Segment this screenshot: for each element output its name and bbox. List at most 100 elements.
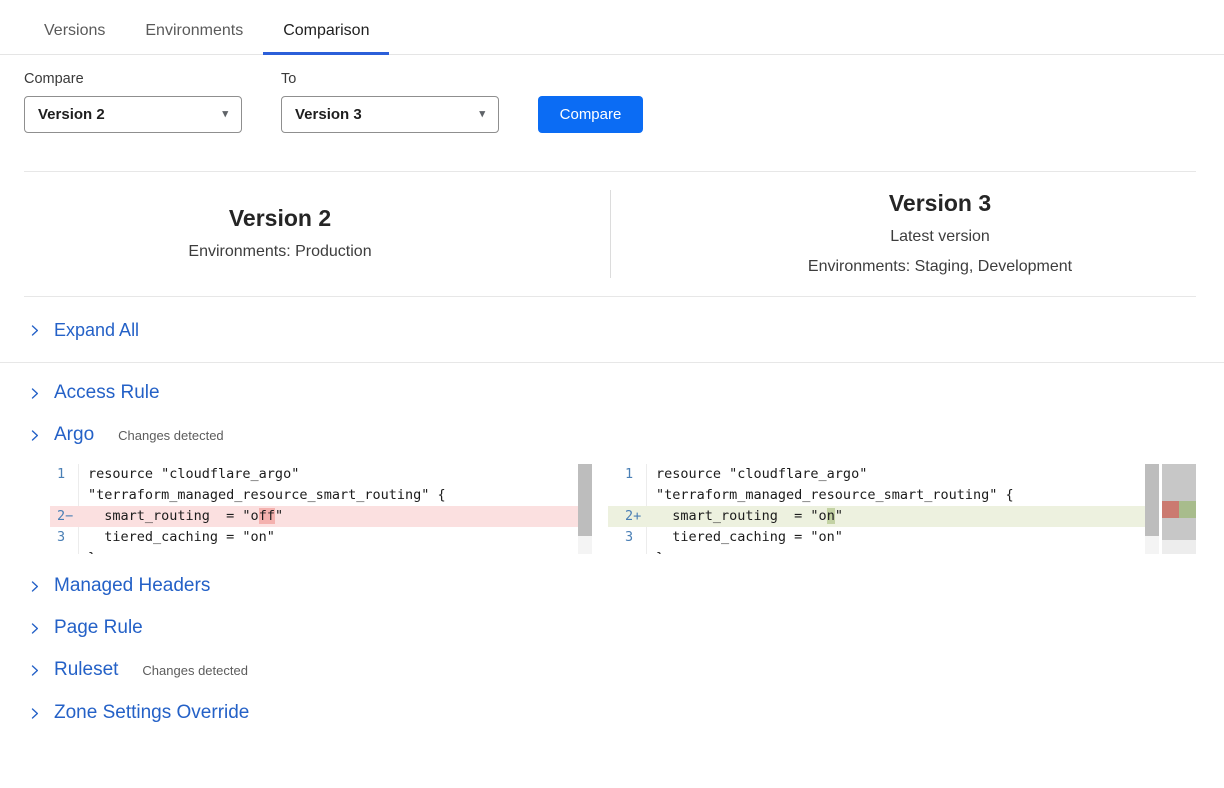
code-segment: smart_routing = "o	[88, 508, 259, 524]
code-segment: "terraform_managed_resource_smart_routin…	[88, 487, 446, 503]
line-number	[50, 485, 78, 506]
code-text: tiered_caching = "on"	[646, 527, 1145, 548]
code-segment: "	[835, 508, 843, 524]
code-segment: }	[656, 550, 664, 554]
scrollbar-thumb[interactable]	[578, 464, 592, 536]
expand-all-row[interactable]: Expand All	[0, 297, 1224, 363]
version-left-title: Version 2	[229, 205, 331, 232]
section-ruleset[interactable]: Ruleset Changes detected	[0, 649, 1224, 692]
to-version-select-value: Version 3	[295, 106, 362, 123]
resource-sections: Access RuleArgoChanges detected1resource…	[0, 363, 1224, 734]
chevron-right-icon	[28, 324, 41, 337]
expand-all-label: Expand All	[54, 320, 139, 341]
version-right-subtitle: Latest version	[890, 226, 990, 248]
line-number: 1	[50, 464, 78, 485]
tab-comparison[interactable]: Comparison	[263, 12, 389, 55]
section-title: Argo	[54, 424, 94, 446]
inline-diff-highlight: n	[827, 508, 835, 524]
code-segment: smart_routing = "o	[656, 508, 827, 524]
inline-diff-highlight: ff	[259, 508, 275, 524]
code-text: tiered_caching = "on"	[78, 527, 578, 548]
version-left-environments: Environments: Production	[188, 241, 371, 263]
diff-line-added: 2+ smart_routing = "on"	[608, 506, 1145, 527]
code-area: 1 resource "cloudflare_argo" "terraform_ma…	[50, 464, 578, 554]
chevron-right-icon	[28, 429, 41, 442]
compare-form: Compare Version 2 ▾ To Version 3 ▾ Compa…	[24, 71, 1224, 133]
code-text: resource "cloudflare_argo"	[646, 464, 1145, 485]
overview-removed-marker	[1162, 501, 1179, 518]
section-title: Access Rule	[54, 382, 160, 404]
to-version-select[interactable]: Version 3 ▾	[281, 96, 499, 133]
code-segment: "	[275, 508, 283, 524]
chevron-right-icon	[28, 622, 41, 635]
argo-diff: 1resource "cloudflare_argo""terraform_ma…	[50, 464, 1224, 554]
code-text: resource "cloudflare_argo"	[78, 464, 578, 485]
line-number: 1	[608, 464, 646, 485]
section-access-rule[interactable]: Access Rule	[0, 372, 1224, 414]
diff-line: 1 resource "cloudflare_argo"	[50, 464, 578, 485]
section-managed-headers[interactable]: Managed Headers	[0, 565, 1224, 607]
diff-line: }	[50, 548, 578, 554]
version-right-title: Version 3	[889, 190, 991, 217]
tab-versions[interactable]: Versions	[24, 12, 125, 55]
line-number: 3	[608, 527, 646, 548]
to-label: To	[281, 71, 499, 87]
version-right-header: Version 3 Latest version Environments: S…	[684, 172, 1196, 296]
overview-added-marker	[1179, 501, 1196, 518]
dropdown-caret-icon: ▾	[222, 109, 228, 120]
code-text: "terraform_managed_resource_smart_routin…	[78, 485, 578, 506]
compare-button[interactable]: Compare	[538, 96, 643, 133]
version-comparison-header: Version 2 Environments: Production Versi…	[0, 172, 1224, 296]
diff-line: 1resource "cloudflare_argo"	[608, 464, 1145, 485]
diff-line: 3 tiered_caching = "on"	[50, 527, 578, 548]
compare-version-select-value: Version 2	[38, 106, 105, 123]
line-number	[50, 548, 78, 554]
section-title: Ruleset	[54, 659, 118, 681]
chevron-right-icon	[28, 580, 41, 593]
diff-line: "terraform_managed_resource_smart_routin…	[50, 485, 578, 506]
line-number: 2+	[608, 506, 646, 527]
line-number	[608, 548, 646, 554]
section-argo[interactable]: Argo Changes detected	[0, 414, 1224, 457]
diff-pane-left: 1 resource "cloudflare_argo" "terraform_ma…	[50, 464, 592, 554]
scrollbar-thumb[interactable]	[1145, 464, 1159, 536]
code-segment: "terraform_managed_resource_smart_routin…	[656, 487, 1014, 503]
diff-line: }	[608, 548, 1145, 554]
changes-detected-badge: Changes detected	[142, 660, 248, 682]
changes-detected-badge: Changes detected	[118, 425, 224, 447]
compare-version-select[interactable]: Version 2 ▾	[24, 96, 242, 133]
chevron-right-icon	[28, 707, 41, 720]
diff-pane-right: 1resource "cloudflare_argo" "terraform_ma…	[608, 464, 1196, 554]
section-title: Zone Settings Override	[54, 702, 249, 724]
code-text: }	[78, 548, 578, 554]
code-area: 1resource "cloudflare_argo" "terraform_ma…	[608, 464, 1145, 554]
section-title: Page Rule	[54, 617, 143, 639]
diff-line: "terraform_managed_resource_smart_routin…	[608, 485, 1145, 506]
dropdown-caret-icon: ▾	[479, 109, 485, 120]
section-title: Managed Headers	[54, 575, 210, 597]
code-segment: }	[88, 550, 96, 554]
chevron-right-icon	[28, 387, 41, 400]
tab-bar: VersionsEnvironmentsComparison	[0, 0, 1224, 55]
code-segment: resource "cloudflare_argo"	[88, 466, 299, 482]
vertical-divider	[610, 190, 611, 278]
section-zone-settings-override[interactable]: Zone Settings Override	[0, 692, 1224, 734]
vertical-scrollbar[interactable]	[578, 464, 592, 554]
to-field: To Version 3 ▾	[281, 71, 499, 133]
code-text: }	[646, 548, 1145, 554]
section-page-rule[interactable]: Page Rule	[0, 607, 1224, 649]
code-text: "terraform_managed_resource_smart_routin…	[646, 485, 1145, 506]
tab-environments[interactable]: Environments	[125, 12, 263, 55]
line-number	[608, 485, 646, 506]
code-text: smart_routing = "off"	[78, 506, 578, 527]
vertical-scrollbar[interactable]	[1145, 464, 1159, 554]
diff-overview-ruler[interactable]	[1162, 464, 1196, 554]
diff-line: 3 tiered_caching = "on"	[608, 527, 1145, 548]
code-segment: tiered_caching = "on"	[88, 529, 275, 545]
version-right-environments: Environments: Staging, Development	[808, 256, 1072, 278]
line-number: 3	[50, 527, 78, 548]
version-left-header: Version 2 Environments: Production	[24, 172, 536, 296]
diff-line-removed: 2− smart_routing = "off"	[50, 506, 578, 527]
compare-label: Compare	[24, 71, 242, 87]
code-text: smart_routing = "on"	[646, 506, 1145, 527]
